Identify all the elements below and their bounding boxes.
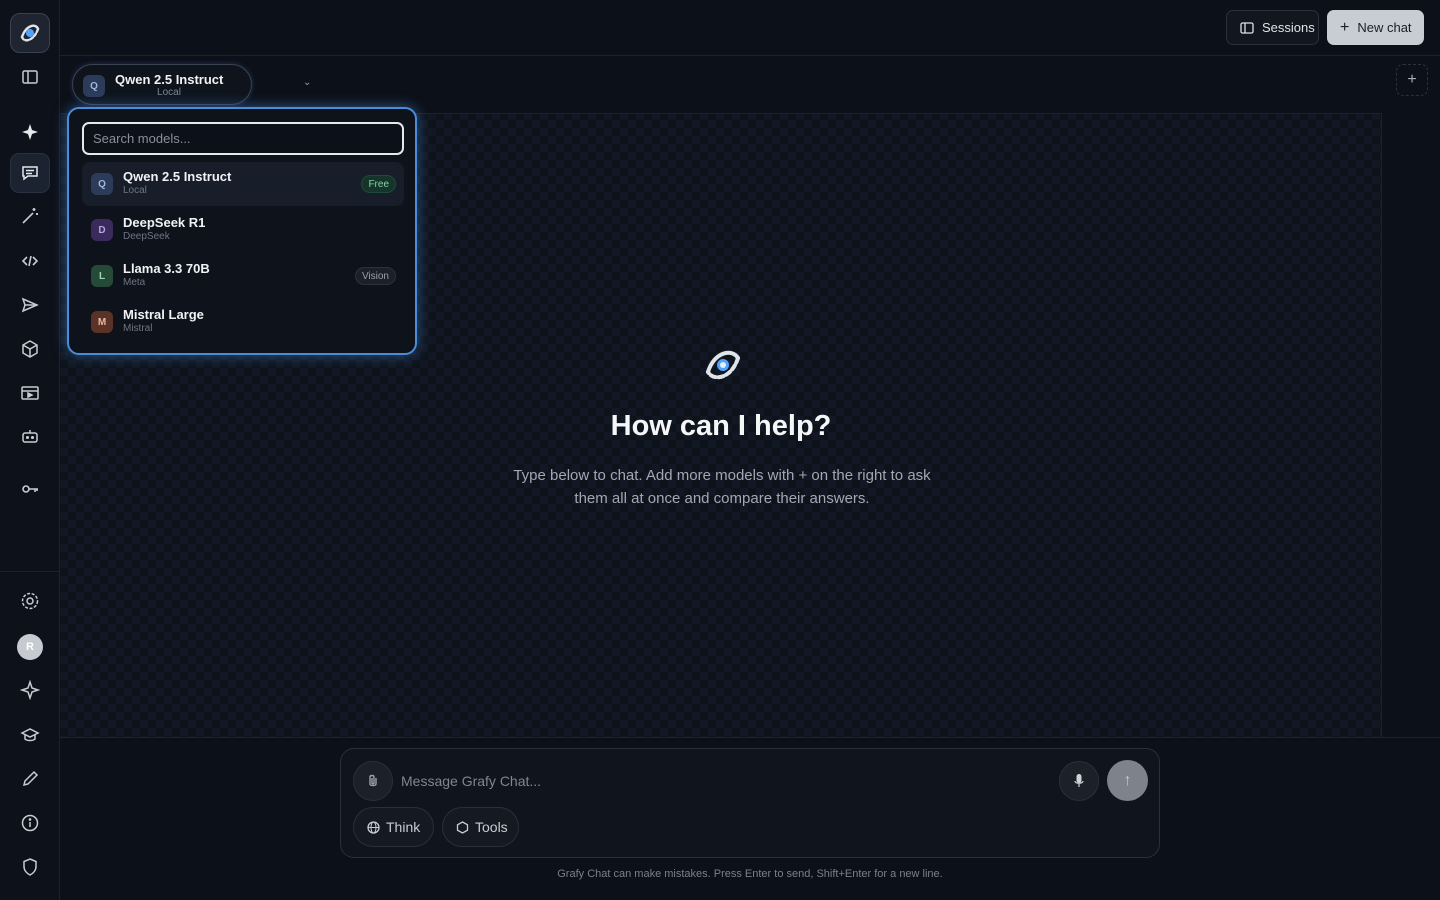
panel-icon: [1240, 21, 1254, 34]
model-option-chip: Q: [91, 173, 113, 195]
think-label: Think: [386, 819, 421, 835]
model-option-badge: Vision: [354, 267, 396, 285]
model-option[interactable]: D DeepSeek R1 DeepSeek: [82, 208, 404, 252]
star-icon[interactable]: [10, 670, 50, 710]
left-rail: R: [0, 0, 60, 900]
model-option-provider: Mistral: [123, 323, 153, 334]
model-option[interactable]: L Llama 3.3 70B Meta Vision: [82, 254, 404, 298]
model-option-chip: D: [91, 219, 113, 241]
plus-icon: +: [1340, 18, 1350, 36]
send-icon[interactable]: [10, 285, 50, 325]
grafy-logo-icon: [706, 350, 740, 380]
model-option[interactable]: Q Qwen 2.5 Instruct Local Free: [82, 162, 404, 206]
model-option-badge: Free: [361, 175, 396, 193]
new-chat-label: New chat: [1357, 20, 1412, 35]
globe-icon: [367, 820, 380, 834]
sessions-label: Sessions: [1262, 20, 1315, 35]
model-option[interactable]: M Mistral Large Mistral: [82, 300, 404, 344]
model-chip: Q: [83, 75, 105, 97]
shield-icon[interactable]: [10, 847, 50, 887]
model-provider: Local: [157, 87, 181, 98]
new-chat-button[interactable]: + New chat: [1327, 10, 1424, 45]
chevron-down-icon: ⌄: [303, 77, 312, 88]
paperclip-icon[interactable]: [353, 761, 393, 801]
hero-description: Type below to chat. Add more models with…: [513, 467, 931, 507]
model-selector[interactable]: Q Qwen 2.5 Instruct Local ⌄: [72, 64, 311, 105]
composer: ↑ Think Tools: [340, 748, 1160, 858]
magic-wand-icon[interactable]: [10, 196, 50, 236]
cube-icon[interactable]: [10, 329, 50, 369]
sparkle-icon[interactable]: [10, 112, 50, 152]
user-avatar[interactable]: R: [17, 634, 43, 660]
model-option-provider: Local: [123, 185, 147, 196]
tools-button[interactable]: Tools: [442, 807, 519, 847]
send-arrow-icon[interactable]: ↑: [1107, 760, 1148, 801]
microphone-icon[interactable]: [1059, 761, 1099, 801]
hero-title: How can I help?: [610, 410, 832, 442]
film-icon[interactable]: [10, 373, 50, 413]
think-button[interactable]: Think: [353, 807, 434, 847]
app-logo-icon[interactable]: [10, 13, 50, 53]
sessions-button[interactable]: Sessions: [1226, 10, 1319, 45]
info-icon[interactable]: [10, 803, 50, 843]
model-option-name: Llama 3.3 70B: [123, 261, 210, 276]
add-model-plus-icon[interactable]: +: [1396, 64, 1428, 96]
model-option-name: Mistral Large: [123, 307, 204, 322]
sidebar-toggle-icon[interactable]: [10, 57, 50, 97]
robot-icon[interactable]: [10, 416, 50, 456]
model-option-name: DeepSeek R1: [123, 215, 206, 230]
hexagon-icon: [456, 820, 469, 834]
tools-label: Tools: [475, 819, 508, 835]
model-name: Qwen 2.5 Instruct: [115, 72, 224, 87]
model-option-chip: L: [91, 265, 113, 287]
pencil-icon[interactable]: [10, 759, 50, 799]
chat-icon[interactable]: [10, 153, 50, 193]
model-option-provider: DeepSeek: [123, 231, 170, 242]
model-option-provider: Meta: [123, 277, 146, 288]
model-option-chip: M: [91, 311, 113, 333]
message-input[interactable]: [401, 769, 1041, 793]
add-model-column: +: [1383, 56, 1440, 737]
code-icon[interactable]: [10, 241, 50, 281]
pane-header: [60, 56, 1382, 114]
rail-divider: [0, 571, 59, 572]
key-icon[interactable]: [10, 469, 50, 509]
model-search-input[interactable]: [82, 122, 404, 155]
graduation-cap-icon[interactable]: [10, 715, 50, 755]
settings-gear-icon[interactable]: [10, 581, 50, 621]
model-option-name: Qwen 2.5 Instruct: [123, 169, 232, 184]
model-dropdown: Q Qwen 2.5 InstructLocal Free D DeepSeek R1D…: [67, 107, 417, 355]
disclaimer-footnote: Grafy Chat can make mistakes. Press Ente…: [557, 868, 943, 880]
